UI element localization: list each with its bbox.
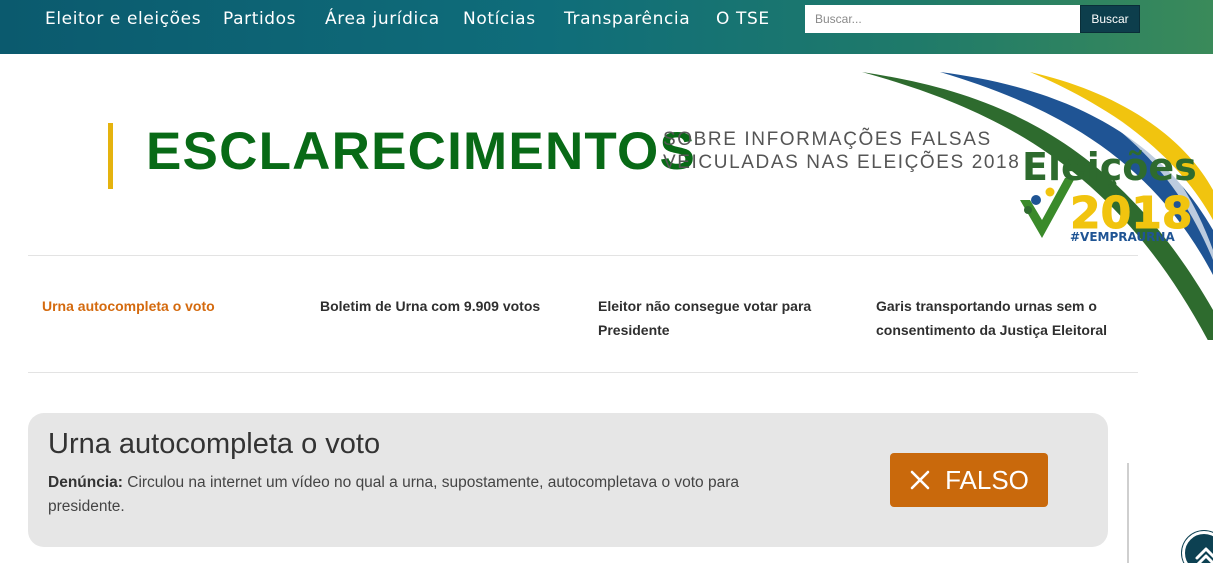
chevron-up-icon <box>1195 547 1213 563</box>
scroll-to-top-button[interactable] <box>1182 531 1213 563</box>
tabs-bottom-divider <box>28 372 1138 373</box>
page-title: ESCLARECIMENTOS <box>146 122 697 181</box>
verdict-label: FALSO <box>945 464 1029 495</box>
nav-item-o-tse[interactable]: O TSE <box>716 9 770 31</box>
denuncia-text: Circulou na internet um vídeo no qual a … <box>48 474 740 515</box>
logo-word: Eleições <box>1022 145 1197 189</box>
tabs-top-divider <box>28 255 1138 256</box>
claim-card: Urna autocompleta o voto Denúncia: Circu… <box>28 413 1108 547</box>
tab-urna-autocompleta[interactable]: Urna autocompleta o voto <box>42 294 292 318</box>
tab-boletim-de-urna[interactable]: Boletim de Urna com 9.909 votos <box>320 294 560 318</box>
verdict-badge: FALSO <box>890 453 1048 507</box>
claim-title: Urna autocompleta o voto <box>48 428 381 460</box>
nav-item-area-juridica[interactable]: Área jurídica <box>325 9 440 31</box>
claim-description: Denúncia: Circulou na internet um vídeo … <box>48 471 788 519</box>
close-icon <box>910 470 930 490</box>
title-accent-bar <box>108 123 113 189</box>
denuncia-label: Denúncia: <box>48 474 123 491</box>
top-navigation-bar: Eleitor e eleições Partidos Área jurídic… <box>0 0 1213 54</box>
nav-item-eleitor[interactable]: Eleitor e eleições <box>45 9 201 31</box>
side-divider <box>1127 463 1129 563</box>
search-button[interactable]: Buscar <box>1080 5 1140 33</box>
nav-item-noticias[interactable]: Notícias <box>463 9 536 31</box>
tab-garis-transportando-urnas[interactable]: Garis transportando urnas sem o consenti… <box>876 294 1116 342</box>
nav-item-partidos[interactable]: Partidos <box>223 9 296 31</box>
search-input[interactable] <box>805 5 1081 33</box>
nav-item-transparencia[interactable]: Transparência <box>564 9 690 31</box>
tab-eleitor-nao-consegue-votar[interactable]: Eleitor não consegue votar para Presiden… <box>598 294 828 342</box>
logo-hashtag: #VEMPRAURNA <box>1070 230 1175 244</box>
